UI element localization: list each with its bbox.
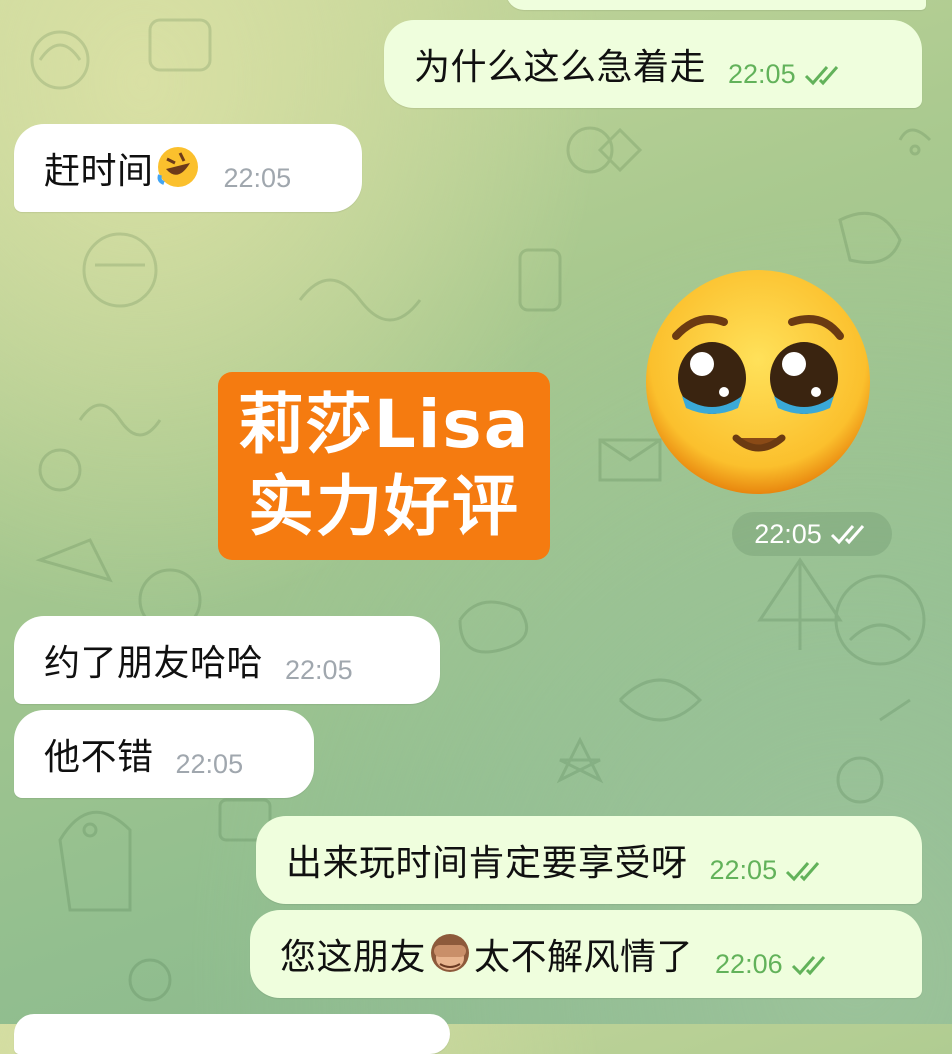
- message-bubble-cut-bottom[interactable]: [14, 1014, 450, 1054]
- rolling-on-floor-laughing-icon: [157, 147, 198, 187]
- message-text: 您这朋友 太不解风情了: [280, 928, 693, 980]
- message-time: 22:05: [175, 748, 244, 779]
- watermark-stamp: 莉莎Lisa 实力好评: [218, 372, 550, 560]
- message-bubble-outgoing[interactable]: 出来玩时间肯定要享受呀 22:05: [256, 816, 922, 904]
- message-time: 22:05: [710, 855, 826, 886]
- message-time: 22:05: [285, 654, 353, 685]
- see-no-evil-monkey-icon: [431, 934, 470, 972]
- message-bubble-incoming[interactable]: 他不错 22:05: [14, 710, 314, 798]
- sticker-time-badge: 22:05: [732, 512, 892, 556]
- message-bubble-incoming[interactable]: 赶时间 22:05: [14, 124, 362, 212]
- watermark-line1: 莉莎Lisa: [237, 386, 531, 463]
- message-time: 22:05: [223, 162, 292, 193]
- double-check-icon: [830, 525, 864, 545]
- message-bubble-incoming[interactable]: 约了朋友哈哈 22:05: [14, 616, 440, 704]
- double-check-icon: [786, 862, 820, 882]
- double-check-icon: [791, 956, 825, 976]
- message-text: 出来玩时间肯定要享受呀: [286, 843, 688, 884]
- watermark-line2: 实力好评: [248, 468, 520, 545]
- message-bubble-outgoing[interactable]: 为什么这么急着走 22:05: [384, 20, 922, 108]
- pleading-face-icon[interactable]: [640, 266, 876, 498]
- message-time: 22:06: [715, 949, 831, 980]
- message-text: 为什么这么急着走: [414, 47, 707, 88]
- message-bubble-cut-top[interactable]: [506, 0, 926, 10]
- message-bubble-outgoing[interactable]: 您这朋友 太不解风情了 22:06: [250, 910, 922, 998]
- message-time: 22:05: [728, 59, 844, 90]
- double-check-icon: [804, 66, 838, 86]
- message-text: 他不错: [44, 737, 154, 778]
- message-text: 赶时间: [44, 142, 202, 194]
- message-text: 约了朋友哈哈: [44, 643, 264, 684]
